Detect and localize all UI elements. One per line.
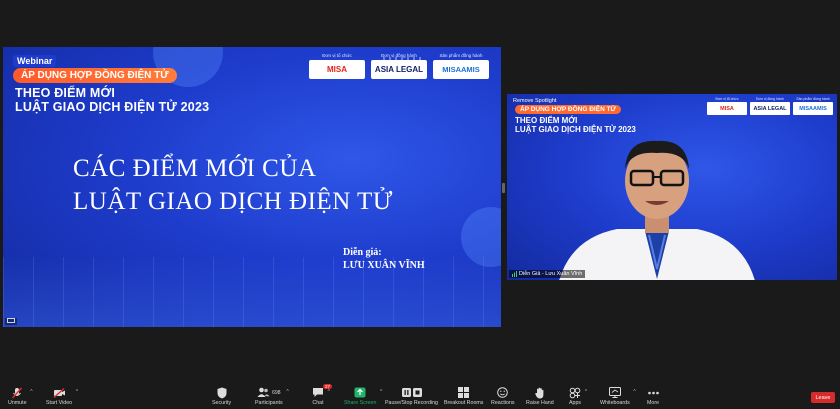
recording-label: Pause/Stop Recording <box>385 400 439 406</box>
apps-icon <box>569 387 581 398</box>
unmute-label: Unmute <box>8 400 27 406</box>
mic-signal-icon <box>512 271 517 277</box>
whiteboards-label: Whiteboards <box>600 400 630 406</box>
apps-label: Apps <box>569 400 582 406</box>
sponsor-logos: Đơn vị tổ chức MISA Đơn vị đồng hành ASI… <box>309 53 489 79</box>
split-resize-handle[interactable] <box>502 183 505 193</box>
chevron-up-icon[interactable]: ^ <box>585 389 587 395</box>
reactions-button[interactable]: Reactions <box>491 386 515 406</box>
sponsor-caption: Sản phẩm đồng hành <box>796 97 830 101</box>
chevron-up-icon[interactable]: ^ <box>286 389 288 395</box>
leave-button[interactable]: Leave <box>811 392 835 403</box>
sponsor-product: Sản phẩm đồng hành MISAAMIS <box>433 53 489 79</box>
slide-title-line-1: CÁC ĐIỂM MỚI CỦA <box>73 155 317 182</box>
start-video-button[interactable]: Start Video ^ <box>46 386 78 406</box>
meeting-toolbar: Unmute ^ Start Video ^ Security 698 Part… <box>0 383 840 409</box>
participant-name: Diễn Giả - Lưu Xuân Vĩnh <box>519 271 583 277</box>
camera-off-icon <box>53 387 65 398</box>
chat-label: Chat <box>312 400 324 406</box>
reactions-label: Reactions <box>491 400 515 406</box>
asia-legal-logo: ASIA LEGAL <box>371 60 427 79</box>
sponsor-caption: Đơn vị tổ chức <box>322 53 352 58</box>
hand-icon <box>535 387 544 398</box>
spotlight-video[interactable]: Remove Spotlight ÁP DỤNG HỢP ĐỒNG ĐIỆN T… <box>507 94 837 280</box>
slide-title-line-2: LUẬT GIAO DỊCH ĐIỆN TỬ <box>73 188 393 215</box>
chevron-up-icon[interactable]: ^ <box>76 389 78 395</box>
share-screen-icon <box>354 387 366 398</box>
speaker-label: Diễn giả: <box>343 247 382 258</box>
breakout-rooms-button[interactable]: Breakout Rooms <box>444 386 483 406</box>
security-button[interactable]: Security <box>212 386 231 406</box>
video-sponsor: Đơn vị tổ chức MISA <box>707 97 747 115</box>
misaamis-logo: MISAAMIS <box>433 60 489 79</box>
sponsor-caption: Sản phẩm đồng hành <box>439 53 483 58</box>
speaker-person-image <box>559 140 755 280</box>
video-sponsor: Sản phẩm đồng hành MISAAMIS <box>793 97 833 115</box>
sponsor-partner: Đơn vị đồng hành ASIA LEGAL <box>371 53 427 79</box>
apps-button[interactable]: Apps ^ <box>569 386 587 406</box>
whiteboards-button[interactable]: Whiteboards ^ <box>600 386 636 406</box>
participants-count: 698 <box>272 389 281 396</box>
breakout-rooms-icon <box>458 387 470 398</box>
headline-line-2: LUẬT GIAO DỊCH ĐIỆN TỬ 2023 <box>15 100 210 114</box>
raise-hand-label: Raise Hand <box>526 400 554 406</box>
headline-line-1: THEO ĐIỂM MỚI <box>15 86 116 100</box>
share-screen-label: Share Screen <box>344 400 377 406</box>
chevron-up-icon[interactable]: ^ <box>328 389 330 395</box>
misaamis-logo: MISAAMIS <box>793 102 833 115</box>
ellipsis-icon <box>647 391 659 394</box>
more-label: More <box>647 400 660 406</box>
raise-hand-button[interactable]: Raise Hand <box>526 386 554 406</box>
breakout-rooms-label: Breakout Rooms <box>444 400 484 406</box>
chat-button[interactable]: 27 Chat ^ <box>312 384 333 406</box>
misa-logo: MISA <box>309 60 365 79</box>
video-topic-pill: ÁP DỤNG HỢP ĐỒNG ĐIỆN TỬ <box>515 105 621 114</box>
sponsor-caption: Đơn vị đồng hành <box>381 53 417 58</box>
asia-legal-logo: ASIA LEGAL <box>750 102 790 115</box>
whiteboard-icon <box>608 387 621 398</box>
participants-label: Participants <box>255 400 283 406</box>
chevron-up-icon[interactable]: ^ <box>380 389 382 395</box>
unmute-button[interactable]: Unmute ^ <box>8 386 33 406</box>
chat-icon <box>313 388 323 397</box>
screen-icon <box>7 318 15 323</box>
mic-muted-icon <box>12 387 23 398</box>
chevron-up-icon[interactable]: ^ <box>30 389 32 395</box>
shared-screen-slide: Webinar ÁP DỤNG HỢP ĐỒNG ĐIỆN TỬ THEO ĐI… <box>3 47 501 327</box>
video-sponsor-logos: Đơn vị tổ chức MISA Đơn vị đồng hành ASI… <box>707 97 833 115</box>
sponsor-organizer: Đơn vị tổ chức MISA <box>309 53 365 79</box>
participant-name-tag: Diễn Giả - Lưu Xuân Vĩnh <box>509 270 586 278</box>
speaker-name: LƯU XUÂN VĨNH <box>343 260 425 271</box>
shield-icon <box>217 387 227 398</box>
chevron-up-icon[interactable]: ^ <box>633 389 635 395</box>
decor-floor-grid <box>3 257 501 327</box>
share-indicator <box>5 318 17 325</box>
sponsor-caption: Đơn vị tổ chức <box>715 97 739 101</box>
video-sponsor: Đơn vị đồng hành ASIA LEGAL <box>750 97 790 115</box>
topic-pill: ÁP DỤNG HỢP ĐỒNG ĐIỆN TỬ <box>13 68 177 83</box>
webinar-tag: Webinar <box>13 55 57 67</box>
participants-button[interactable]: 698 Participants ^ <box>255 386 289 406</box>
participants-icon <box>257 387 270 397</box>
start-video-label: Start Video <box>46 400 73 406</box>
smiley-icon <box>497 387 509 398</box>
pause-stop-icon <box>401 388 422 397</box>
sponsor-caption: Đơn vị đồng hành <box>756 97 784 101</box>
share-screen-button[interactable]: Share Screen ^ <box>344 386 382 406</box>
meeting-stage: Webinar ÁP DỤNG HỢP ĐỒNG ĐIỆN TỬ THEO ĐI… <box>0 0 840 383</box>
misa-logo: MISA <box>707 102 747 115</box>
remove-spotlight-button[interactable]: Remove Spotlight <box>513 98 556 104</box>
security-label: Security <box>212 400 232 406</box>
recording-button[interactable]: Pause/Stop Recording <box>385 386 438 406</box>
more-button[interactable]: More <box>647 386 659 406</box>
